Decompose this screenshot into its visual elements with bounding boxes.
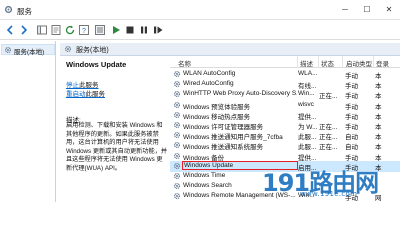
service-gear-icon xyxy=(173,111,181,118)
service-name: WinHTTP Web Proxy Auto-Discovery S... xyxy=(183,90,297,98)
svg-text:?: ? xyxy=(82,28,86,35)
refresh-icon[interactable] xyxy=(64,24,76,36)
pane-header-label: 服务(本地) xyxy=(76,47,109,54)
service-details-pane: Windows Update 停止此服务 重启动此服务 描述: 启用检测、下载和… xyxy=(60,56,170,202)
service-gear-icon xyxy=(173,132,181,139)
service-gear-icon xyxy=(173,101,181,108)
maximize-button[interactable]: ☐ xyxy=(356,0,378,20)
service-gear-icon xyxy=(173,162,181,169)
column-logon[interactable]: 登录 xyxy=(376,58,389,68)
minimize-button[interactable]: ─ xyxy=(334,0,356,20)
column-startup-type[interactable]: 启动类型 xyxy=(346,58,372,68)
window-title: 服务 xyxy=(17,7,32,16)
export-list-icon[interactable] xyxy=(94,24,106,36)
forward-arrow-icon[interactable] xyxy=(18,24,30,36)
start-service-icon[interactable] xyxy=(110,24,122,36)
console-tree-icon[interactable] xyxy=(36,24,48,36)
restart-service-link[interactable]: 重启动此服务 xyxy=(66,88,105,98)
service-gear-icon xyxy=(173,193,181,200)
help-icon[interactable]: ? xyxy=(78,24,90,36)
service-description: WLA... xyxy=(298,70,318,77)
service-gear-icon xyxy=(173,121,181,129)
column-name[interactable]: 名称 xyxy=(178,58,191,68)
service-gear-icon xyxy=(173,172,181,180)
tree-item-label: 服务(本地) xyxy=(14,49,45,56)
services-gear-icon xyxy=(4,46,12,54)
properties-icon[interactable] xyxy=(50,24,62,36)
restart-link-suffix: 此服务 xyxy=(85,91,106,98)
service-gear-icon xyxy=(173,183,181,190)
service-name: Wired AutoConfig xyxy=(183,80,234,88)
back-arrow-icon[interactable] xyxy=(4,24,16,36)
watermark-text: 191路由网 xyxy=(262,169,379,197)
toolbar: ? xyxy=(0,20,400,40)
close-button[interactable]: ✕ xyxy=(378,0,400,20)
watermark-url: www.191e.com xyxy=(300,190,358,198)
pane-header: 服务(本地) xyxy=(60,43,400,56)
tree-item-services-local[interactable]: 服务(本地) xyxy=(1,44,55,56)
console-tree: 服务(本地) xyxy=(0,41,56,202)
service-gear-icon xyxy=(173,152,181,159)
services-gear-icon xyxy=(64,45,72,53)
service-gear-icon xyxy=(173,81,181,88)
service-name: WLAN AutoConfig xyxy=(183,70,236,77)
description-text: 启用检测、下载和安装 Windows 和其他程序的更新。如果此服务被禁用，这台计… xyxy=(66,122,168,172)
service-logon: 网 xyxy=(375,195,382,202)
service-gear-icon xyxy=(173,142,181,149)
service-gear-icon xyxy=(173,70,181,78)
restart-link-text[interactable]: 重启动 xyxy=(66,91,86,98)
service-gear-icon xyxy=(173,91,181,98)
stop-service-icon[interactable] xyxy=(124,24,136,36)
column-status[interactable]: 状态 xyxy=(321,58,334,68)
column-header-row: 名称 描述 状态 启动类型 登录 xyxy=(170,56,400,68)
services-app-icon xyxy=(4,5,13,14)
service-title: Windows Update xyxy=(66,60,127,69)
title-bar: 服务 ─ ☐ ✕ xyxy=(0,0,400,20)
service-description: Win... xyxy=(298,90,315,98)
restart-service-icon[interactable] xyxy=(152,24,164,36)
column-description[interactable]: 描述 xyxy=(300,58,313,68)
service-description: wisvc xyxy=(298,100,314,108)
pause-service-icon[interactable] xyxy=(138,24,150,36)
